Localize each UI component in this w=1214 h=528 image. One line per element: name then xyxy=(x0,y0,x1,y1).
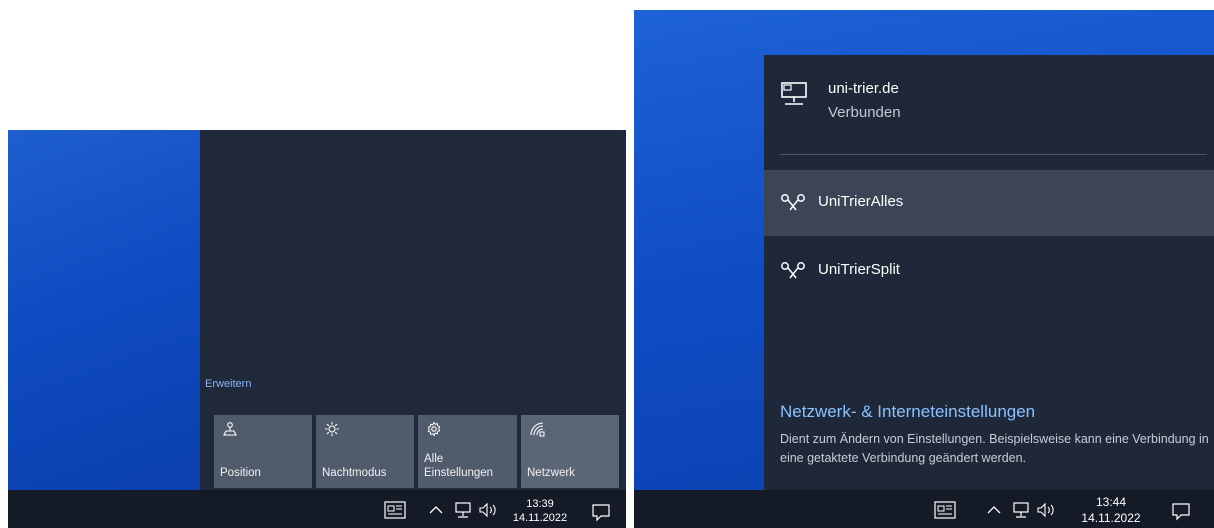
divider xyxy=(780,154,1207,155)
chevron-up-icon[interactable] xyxy=(986,500,1002,520)
ethernet-icon[interactable] xyxy=(1012,500,1030,520)
chevron-up-icon[interactable] xyxy=(428,500,444,520)
notification-center-icon[interactable] xyxy=(1166,496,1196,526)
vpn-item-unitriersplit[interactable]: UniTrierSplit xyxy=(764,238,1214,304)
taskbar-clock[interactable]: 13:44 14.11.2022 xyxy=(1072,494,1150,526)
ethernet-icon[interactable] xyxy=(454,500,472,520)
notification-center-icon[interactable] xyxy=(586,497,616,527)
network-icon xyxy=(530,422,545,437)
quick-action-all-settings[interactable]: Alle Einstellungen xyxy=(418,415,517,488)
vpn-label: UniTrierSplit xyxy=(818,261,900,278)
news-and-interests-icon[interactable] xyxy=(934,500,956,520)
network-settings-description: Dient zum Ändern von Einstellungen. Beis… xyxy=(780,432,1209,465)
vpn-icon xyxy=(781,194,805,211)
tile-label: Position xyxy=(220,467,261,479)
clock-time: 13:39 xyxy=(526,498,554,510)
taskbar-clock[interactable]: 13:39 14.11.2022 xyxy=(510,497,570,525)
quick-action-position[interactable]: Position xyxy=(214,415,312,488)
settings-gear-icon xyxy=(427,421,441,437)
network-settings-link[interactable]: Netzwerk- & Interneteinstellungen xyxy=(780,402,1035,422)
volume-icon[interactable] xyxy=(478,500,500,520)
quick-action-network[interactable]: Netzwerk xyxy=(521,415,619,488)
clock-date: 14.11.2022 xyxy=(512,512,568,524)
night-light-icon xyxy=(325,422,339,436)
connection-name: uni-trier.de xyxy=(828,80,899,97)
ethernet-icon xyxy=(781,82,807,105)
connection-status: Verbunden xyxy=(828,104,901,121)
volume-icon[interactable] xyxy=(1036,500,1058,520)
clock-time: 13:44 xyxy=(1095,495,1127,509)
connection-row[interactable]: uni-trier.de Verbunden xyxy=(764,70,1214,140)
quick-action-night-light[interactable]: Nachtmodus xyxy=(316,415,414,488)
tile-label: Nachtmodus xyxy=(322,467,387,479)
desktop-background-left xyxy=(8,130,200,490)
tile-label: Alle Einstellungen xyxy=(424,453,494,479)
news-and-interests-icon[interactable] xyxy=(384,500,406,520)
location-icon xyxy=(223,422,237,436)
expand-link[interactable]: Erweitern xyxy=(205,378,251,390)
vpn-label: UniTrierAlles xyxy=(818,193,904,210)
clock-date: 14.11.2022 xyxy=(1081,511,1141,525)
vpn-item-unitrieralles[interactable]: UniTrierAlles xyxy=(764,170,1214,236)
vpn-icon xyxy=(781,262,805,279)
tile-label: Netzwerk xyxy=(527,467,575,479)
